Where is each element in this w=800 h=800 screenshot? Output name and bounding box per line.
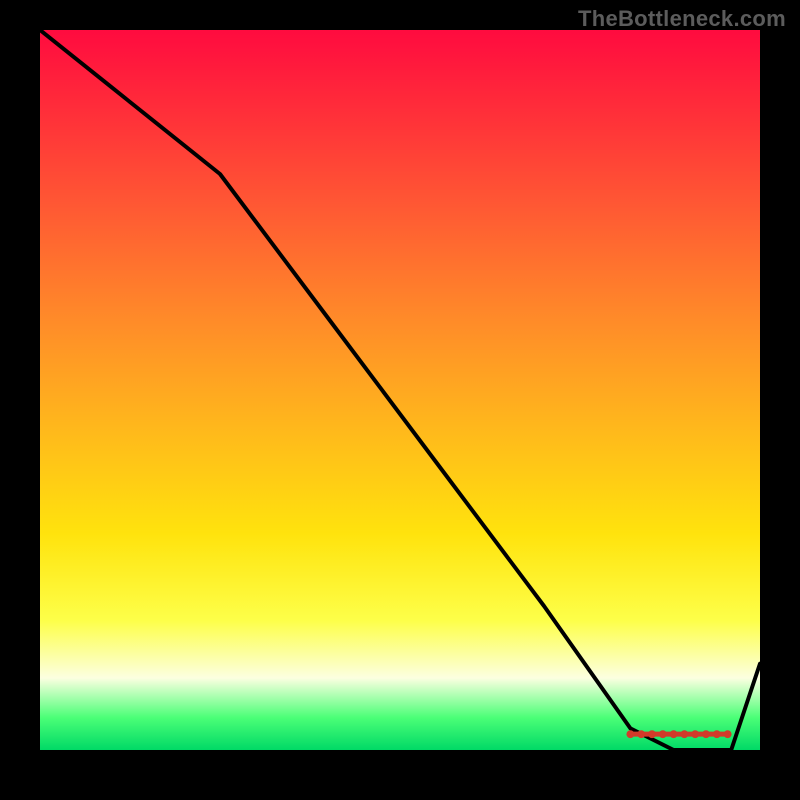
marker-dot — [680, 730, 688, 738]
chart-frame: TheBottleneck.com — [0, 0, 800, 800]
marker-dot — [637, 730, 645, 738]
marker-dot — [670, 730, 678, 738]
plot-area — [40, 30, 760, 750]
optimal-band-markers — [626, 730, 731, 738]
marker-dot — [659, 730, 667, 738]
line-chart — [40, 30, 760, 750]
marker-dot — [648, 730, 656, 738]
marker-dot — [724, 730, 732, 738]
bottleneck-curve — [40, 30, 760, 750]
marker-dot — [702, 730, 710, 738]
marker-dot — [626, 730, 634, 738]
marker-dot — [713, 730, 721, 738]
marker-dot — [691, 730, 699, 738]
watermark-label: TheBottleneck.com — [578, 6, 786, 32]
